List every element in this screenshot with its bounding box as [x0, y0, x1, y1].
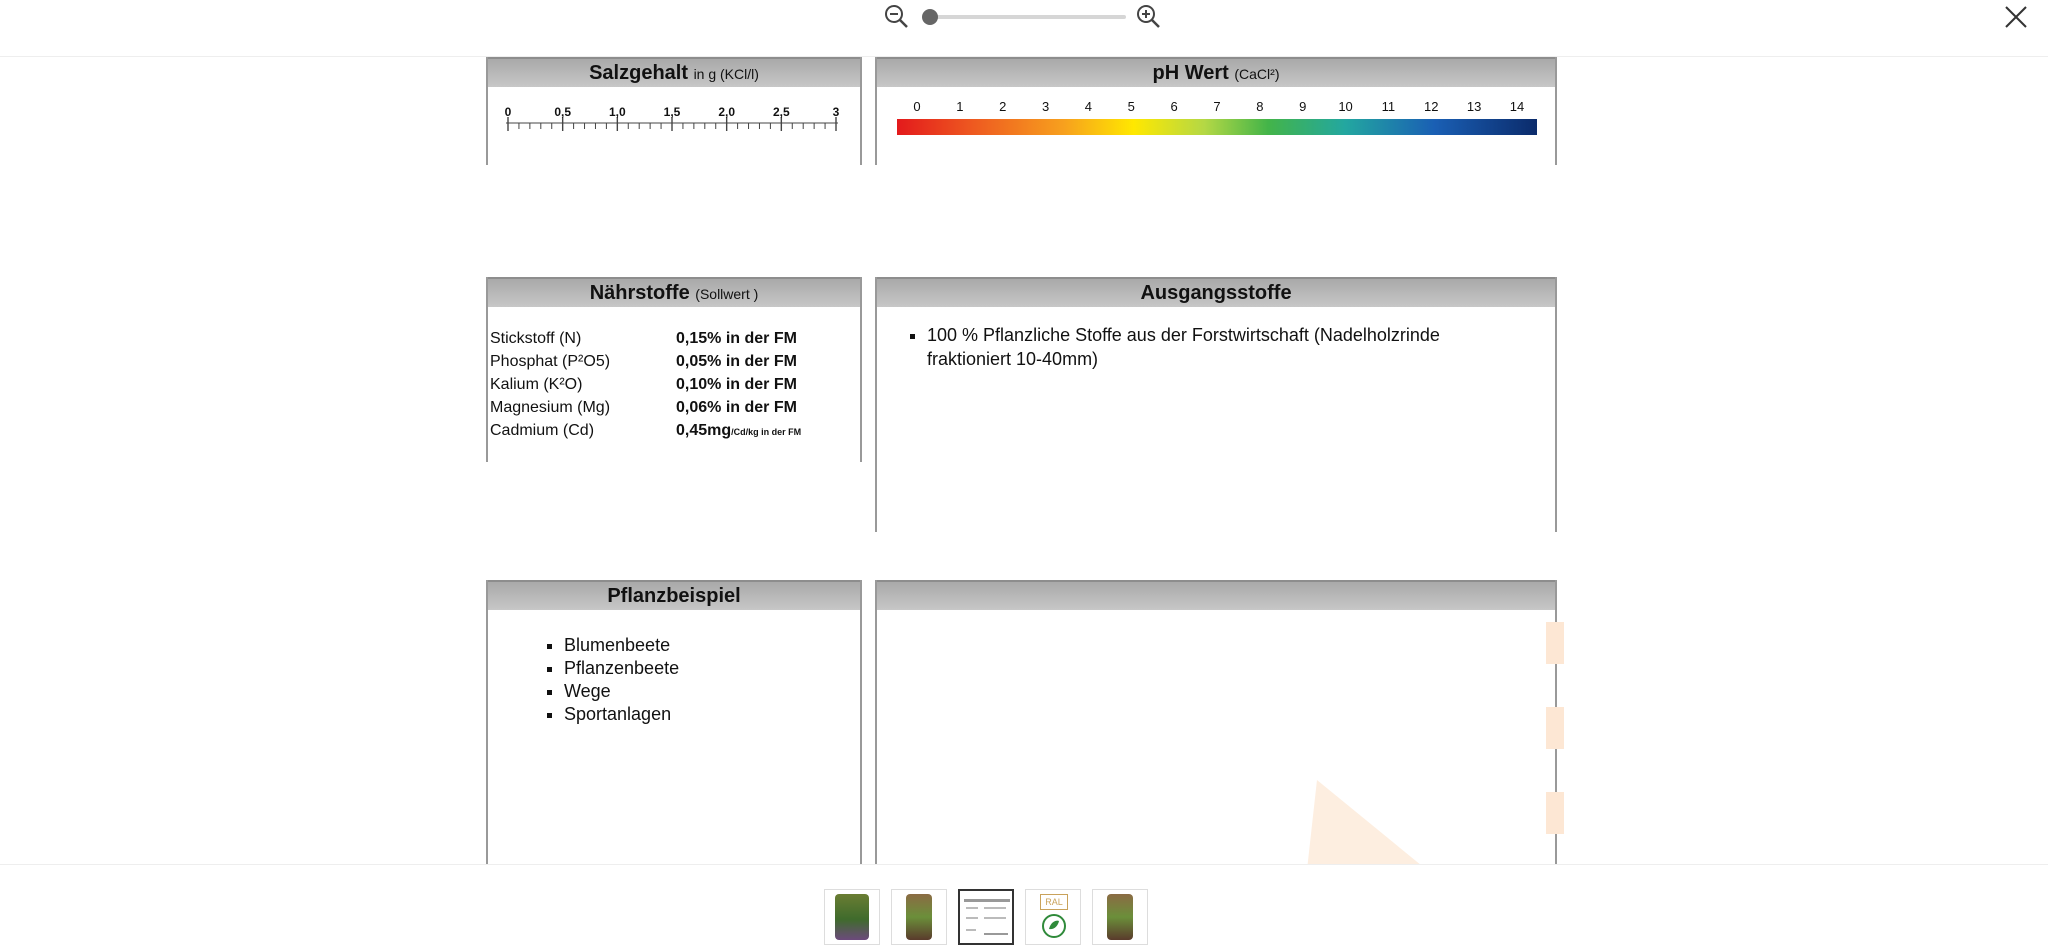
nutrient-row: Cadmium (Cd) 0,45mg/Cd/kg in der FM	[490, 419, 801, 442]
ph-tick-label: 8	[1256, 99, 1264, 114]
thumbnail-1[interactable]	[824, 889, 880, 945]
ph-color-bar	[897, 119, 1537, 135]
ph-tick-label: 0	[913, 99, 921, 114]
nutrient-name: Cadmium (Cd)	[490, 422, 595, 439]
plant-image-header	[877, 580, 1555, 610]
zoom-slider[interactable]	[922, 9, 1128, 25]
ph-tick-label: 13	[1466, 99, 1482, 114]
thumbnail-4[interactable]: RAL	[1025, 889, 1081, 945]
pflanzbeispiel-header: Pflanzbeispiel	[488, 580, 860, 610]
salzgehalt-scale: 0 0,5 1,0 1,5 2,0 2,5 3	[505, 107, 840, 131]
nutrient-name: Kalium (K²O)	[490, 376, 583, 393]
product-bag-thumbnail	[1107, 894, 1133, 940]
nutrient-name: Magnesium (Mg)	[490, 399, 611, 416]
nutrient-name: Stickstoff (N)	[490, 330, 582, 347]
viewer-toolbar	[0, 0, 2048, 57]
naehrstoffe-subtitle: (Sollwert )	[695, 286, 759, 302]
watermark-ribbon	[1546, 707, 1564, 749]
zoom-slider-thumb[interactable]	[922, 9, 938, 25]
nutrient-unit: /Cd/kg in der FM	[731, 427, 802, 437]
ph-scale: 0 1 2 3 4 5 6 7 8 9 10 11 12 13 14	[897, 99, 1537, 149]
zoom-slider-track[interactable]	[930, 15, 1126, 19]
salzgehalt-tick-label: 1,5	[664, 107, 681, 119]
salzgehalt-tick-label: 0,5	[554, 107, 571, 119]
thumbnail-5[interactable]	[1092, 889, 1148, 945]
thumbnail-3-selected[interactable]	[958, 889, 1014, 945]
pflanzbeispiel-item: Blumenbeete	[564, 634, 679, 657]
eco-leaf-icon	[1042, 914, 1066, 938]
nutrient-name: Phosphat (P²O5)	[490, 353, 611, 370]
pflanzbeispiel-item: Pflanzenbeete	[564, 657, 679, 680]
watermark-ribbon	[1546, 622, 1564, 664]
close-icon[interactable]	[2000, 1, 2032, 33]
ph-tick-label: 12	[1424, 99, 1439, 114]
salzgehalt-tick-label: 0	[505, 107, 512, 119]
naehrstoffe-title: Nährstoffe	[589, 282, 690, 304]
datasheet-thumbnail	[964, 899, 1010, 935]
zoom-out-icon[interactable]	[882, 2, 912, 32]
salzgehalt-unit: in g (KCl/l)	[693, 66, 759, 82]
ph-tick-label: 3	[1041, 99, 1050, 114]
nutrient-value: 0,45mg/Cd/kg in der FM	[676, 422, 802, 439]
ph-panel: pH Wert (CaCl²) 0 1 2 3 4 5 6 7 8 9 10 11 12 13 14	[875, 57, 1557, 165]
ph-tick-label: 9	[1299, 99, 1307, 114]
document-viewer[interactable]: Salzgehalt in g (KCl/l) 0 0,5 1,0 1,5 2,0 2,5…	[0, 57, 2048, 864]
zoom-in-icon[interactable]	[1134, 2, 1164, 32]
nutrient-value: 0,06% in der FM	[676, 399, 797, 416]
salzgehalt-header: Salzgehalt in g (KCl/l)	[488, 57, 860, 87]
product-bag-thumbnail	[835, 894, 869, 940]
ausgangsstoffe-header: Ausgangsstoffe	[877, 277, 1555, 307]
nutrient-row: Kalium (K²O) 0,10% in der FM	[490, 373, 801, 396]
ph-tick-label: 5	[1127, 99, 1135, 114]
ral-logo: RAL	[1040, 894, 1068, 910]
ausgangsstoffe-list: 100 % Pflanzliche Stoffe aus der Forstwi…	[903, 323, 1517, 371]
salzgehalt-title: Salzgehalt	[589, 62, 688, 84]
watermark-shape	[1307, 780, 1420, 864]
thumbnail-strip: RAL	[0, 864, 2048, 948]
thumbnail-2[interactable]	[891, 889, 947, 945]
product-bag-thumbnail	[906, 894, 932, 940]
naehrstoffe-table: Stickstoff (N) 0,15% in der FM Phosphat (P…	[490, 327, 801, 442]
ph-title: pH Wert	[1152, 62, 1229, 84]
ph-tick-label: 4	[1084, 99, 1093, 114]
salzgehalt-tick-label: 3	[833, 107, 840, 119]
ph-scale-labels: 0 1 2 3 4 5 6 7 8 9 10 11 12 13 14	[897, 99, 1537, 115]
naehrstoffe-header: Nährstoffe (Sollwert )	[488, 277, 860, 307]
pflanzbeispiel-item: Sportanlagen	[564, 703, 679, 726]
naehrstoffe-panel: Nährstoffe (Sollwert ) Stickstoff (N) 0,1…	[486, 277, 862, 462]
pflanzbeispiel-panel: Pflanzbeispiel BlumenbeetePflanzenbeeteW…	[486, 580, 862, 864]
pflanzbeispiel-item: Wege	[564, 680, 679, 703]
salzgehalt-panel: Salzgehalt in g (KCl/l) 0 0,5 1,0 1,5 2,0 2,5…	[486, 57, 862, 165]
salzgehalt-tick-label: 2,5	[773, 107, 790, 119]
nutrient-row: Phosphat (P²O5) 0,05% in der FM	[490, 350, 801, 373]
ausgangsstoffe-item: 100 % Pflanzliche Stoffe aus der Forstwi…	[927, 323, 1517, 371]
ph-tick-label: 6	[1170, 99, 1178, 114]
ausgangsstoffe-panel: Ausgangsstoffe 100 % Pflanzliche Stoffe …	[875, 277, 1557, 532]
nutrient-value: 0,10% in der FM	[676, 376, 797, 393]
ph-unit: (CaCl²)	[1234, 66, 1280, 82]
pflanzbeispiel-list: BlumenbeetePflanzenbeeteWegeSportanlagen	[540, 634, 679, 726]
pflanzbeispiel-title: Pflanzbeispiel	[607, 585, 741, 607]
nutrient-row: Magnesium (Mg) 0,06% in der FM	[490, 396, 801, 419]
nutrient-value: 0,15% in der FM	[676, 330, 797, 347]
ph-tick-label: 7	[1213, 99, 1221, 114]
ph-header: pH Wert (CaCl²)	[877, 57, 1555, 87]
salzgehalt-tick-label: 2,0	[718, 107, 735, 119]
ph-tick-label: 14	[1509, 99, 1525, 114]
ausgangsstoffe-title: Ausgangsstoffe	[1140, 282, 1292, 304]
ph-tick-label: 11	[1381, 99, 1396, 114]
salzgehalt-tick-label: 1,0	[609, 107, 626, 119]
plant-image-panel	[875, 580, 1557, 864]
ph-tick-label: 10	[1338, 99, 1353, 114]
nutrient-value: 0,05% in der FM	[676, 353, 797, 370]
datasheet-page: Salzgehalt in g (KCl/l) 0 0,5 1,0 1,5 2,0 2,5…	[0, 57, 2048, 864]
watermark-ribbon	[1546, 792, 1564, 834]
nutrient-row: Stickstoff (N) 0,15% in der FM	[490, 327, 801, 350]
ph-tick-label: 2	[999, 99, 1007, 114]
ph-tick-label: 1	[956, 99, 964, 114]
